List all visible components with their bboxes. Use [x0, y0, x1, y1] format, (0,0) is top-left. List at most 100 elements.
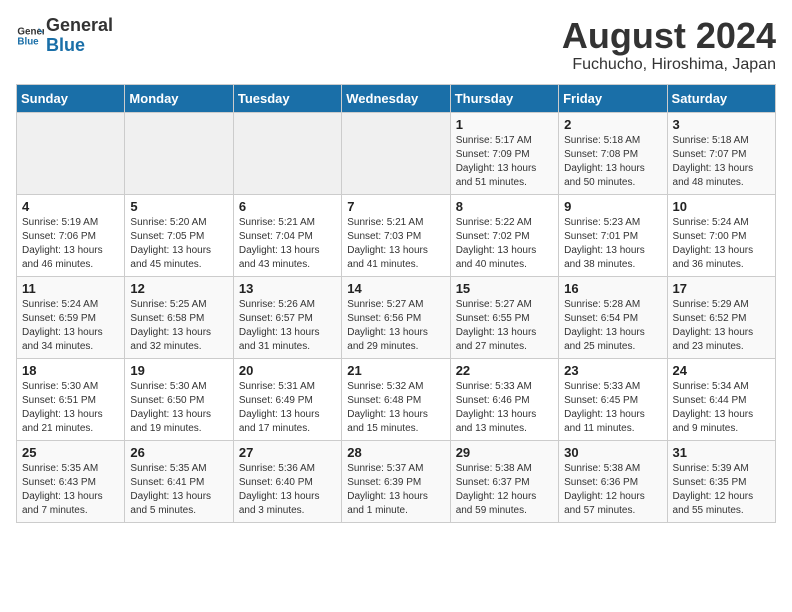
day-info: Sunrise: 5:27 AM Sunset: 6:56 PM Dayligh…: [347, 298, 444, 354]
day-info: Sunrise: 5:39 AM Sunset: 6:35 PM Dayligh…: [673, 462, 770, 518]
day-info: Sunrise: 5:30 AM Sunset: 6:51 PM Dayligh…: [22, 380, 119, 436]
day-number: 8: [456, 199, 553, 214]
day-number: 21: [347, 363, 444, 378]
day-info: Sunrise: 5:17 AM Sunset: 7:09 PM Dayligh…: [456, 134, 553, 190]
day-number: 20: [239, 363, 336, 378]
day-number: 7: [347, 199, 444, 214]
calendar-week-row: 1 Sunrise: 5:17 AM Sunset: 7:09 PM Daylig…: [17, 112, 776, 194]
day-info: Sunrise: 5:21 AM Sunset: 7:03 PM Dayligh…: [347, 216, 444, 272]
day-number: 14: [347, 281, 444, 296]
table-row: 8 Sunrise: 5:22 AM Sunset: 7:02 PM Daylig…: [450, 194, 558, 276]
table-row: 3 Sunrise: 5:18 AM Sunset: 7:07 PM Daylig…: [667, 112, 775, 194]
day-number: 11: [22, 281, 119, 296]
day-info: Sunrise: 5:31 AM Sunset: 6:49 PM Dayligh…: [239, 380, 336, 436]
col-sunday: Sunday: [17, 84, 125, 112]
day-number: 9: [564, 199, 661, 214]
day-number: 12: [130, 281, 227, 296]
day-number: 30: [564, 445, 661, 460]
day-info: Sunrise: 5:20 AM Sunset: 7:05 PM Dayligh…: [130, 216, 227, 272]
table-row: [125, 112, 233, 194]
table-row: 23Sunrise: 5:33 AM Sunset: 6:45 PM Dayli…: [559, 358, 667, 440]
table-row: [342, 112, 450, 194]
day-number: 18: [22, 363, 119, 378]
day-number: 26: [130, 445, 227, 460]
table-row: 31 Sunrise: 5:39 AM Sunset: 6:35 PM Dayli…: [667, 440, 775, 522]
col-saturday: Saturday: [667, 84, 775, 112]
col-wednesday: Wednesday: [342, 84, 450, 112]
table-row: 5 Sunrise: 5:20 AM Sunset: 7:05 PM Daylig…: [125, 194, 233, 276]
day-info: Sunrise: 5:26 AM Sunset: 6:57 PM Dayligh…: [239, 298, 336, 354]
table-row: 22Sunrise: 5:33 AM Sunset: 6:46 PM Dayli…: [450, 358, 558, 440]
general-blue-logo-icon: General Blue: [16, 22, 44, 50]
day-info: Sunrise: 5:32 AM Sunset: 6:48 PM Dayligh…: [347, 380, 444, 436]
logo-general: General: [46, 15, 113, 35]
title-area: August 2024 Fuchucho, Hiroshima, Japan: [562, 16, 776, 74]
day-info: Sunrise: 5:36 AM Sunset: 6:40 PM Dayligh…: [239, 462, 336, 518]
day-number: 27: [239, 445, 336, 460]
table-row: 14 Sunrise: 5:27 AM Sunset: 6:56 PM Dayli…: [342, 276, 450, 358]
table-row: 7 Sunrise: 5:21 AM Sunset: 7:03 PM Daylig…: [342, 194, 450, 276]
calendar-week-row: 4 Sunrise: 5:19 AM Sunset: 7:06 PM Daylig…: [17, 194, 776, 276]
day-info: Sunrise: 5:22 AM Sunset: 7:02 PM Dayligh…: [456, 216, 553, 272]
table-row: 17 Sunrise: 5:29 AM Sunset: 6:52 PM Dayli…: [667, 276, 775, 358]
logo-text: General Blue: [46, 16, 113, 56]
table-row: 21 Sunrise: 5:32 AM Sunset: 6:48 PM Dayli…: [342, 358, 450, 440]
day-number: 28: [347, 445, 444, 460]
day-info: Sunrise: 5:18 AM Sunset: 7:08 PM Dayligh…: [564, 134, 661, 190]
table-row: 6 Sunrise: 5:21 AM Sunset: 7:04 PM Daylig…: [233, 194, 341, 276]
table-row: 27 Sunrise: 5:36 AM Sunset: 6:40 PM Dayli…: [233, 440, 341, 522]
table-row: 26 Sunrise: 5:35 AM Sunset: 6:41 PM Dayli…: [125, 440, 233, 522]
day-info: Sunrise: 5:35 AM Sunset: 6:41 PM Dayligh…: [130, 462, 227, 518]
col-friday: Friday: [559, 84, 667, 112]
day-info: Sunrise: 5:24 AM Sunset: 6:59 PM Dayligh…: [22, 298, 119, 354]
day-number: 24: [673, 363, 770, 378]
table-row: 16 Sunrise: 5:28 AM Sunset: 6:54 PM Dayli…: [559, 276, 667, 358]
day-info: Sunrise: 5:23 AM Sunset: 7:01 PM Dayligh…: [564, 216, 661, 272]
day-info: Sunrise: 5:33 AM Sunset: 6:46 PM Dayligh…: [456, 380, 553, 436]
table-row: 19Sunrise: 5:30 AM Sunset: 6:50 PM Dayli…: [125, 358, 233, 440]
day-info: Sunrise: 5:25 AM Sunset: 6:58 PM Dayligh…: [130, 298, 227, 354]
table-row: 15Sunrise: 5:27 AM Sunset: 6:55 PM Dayli…: [450, 276, 558, 358]
day-info: Sunrise: 5:29 AM Sunset: 6:52 PM Dayligh…: [673, 298, 770, 354]
table-row: [233, 112, 341, 194]
day-info: Sunrise: 5:34 AM Sunset: 6:44 PM Dayligh…: [673, 380, 770, 436]
day-number: 17: [673, 281, 770, 296]
subtitle: Fuchucho, Hiroshima, Japan: [562, 56, 776, 74]
table-row: 29Sunrise: 5:38 AM Sunset: 6:37 PM Dayli…: [450, 440, 558, 522]
table-row: 12 Sunrise: 5:25 AM Sunset: 6:58 PM Dayli…: [125, 276, 233, 358]
day-info: Sunrise: 5:18 AM Sunset: 7:07 PM Dayligh…: [673, 134, 770, 190]
col-thursday: Thursday: [450, 84, 558, 112]
day-number: 5: [130, 199, 227, 214]
day-number: 1: [456, 117, 553, 132]
table-row: 13Sunrise: 5:26 AM Sunset: 6:57 PM Dayli…: [233, 276, 341, 358]
day-info: Sunrise: 5:28 AM Sunset: 6:54 PM Dayligh…: [564, 298, 661, 354]
calendar-table: Sunday Monday Tuesday Wednesday Thursday…: [16, 84, 776, 523]
calendar-header-row: Sunday Monday Tuesday Wednesday Thursday…: [17, 84, 776, 112]
table-row: 10Sunrise: 5:24 AM Sunset: 7:00 PM Dayli…: [667, 194, 775, 276]
table-row: 2 Sunrise: 5:18 AM Sunset: 7:08 PM Daylig…: [559, 112, 667, 194]
day-info: Sunrise: 5:33 AM Sunset: 6:45 PM Dayligh…: [564, 380, 661, 436]
day-number: 6: [239, 199, 336, 214]
calendar-week-row: 18 Sunrise: 5:30 AM Sunset: 6:51 PM Dayli…: [17, 358, 776, 440]
calendar-week-row: 25Sunrise: 5:35 AM Sunset: 6:43 PM Dayli…: [17, 440, 776, 522]
day-number: 3: [673, 117, 770, 132]
day-number: 19: [130, 363, 227, 378]
calendar-week-row: 11 Sunrise: 5:24 AM Sunset: 6:59 PM Dayli…: [17, 276, 776, 358]
table-row: 9 Sunrise: 5:23 AM Sunset: 7:01 PM Daylig…: [559, 194, 667, 276]
day-info: Sunrise: 5:21 AM Sunset: 7:04 PM Dayligh…: [239, 216, 336, 272]
day-number: 15: [456, 281, 553, 296]
day-number: 10: [673, 199, 770, 214]
logo: General Blue General Blue: [16, 16, 113, 56]
svg-text:Blue: Blue: [17, 36, 39, 47]
day-number: 31: [673, 445, 770, 460]
table-row: 30 Sunrise: 5:38 AM Sunset: 6:36 PM Dayli…: [559, 440, 667, 522]
logo-blue: Blue: [46, 35, 85, 55]
day-info: Sunrise: 5:19 AM Sunset: 7:06 PM Dayligh…: [22, 216, 119, 272]
table-row: 11 Sunrise: 5:24 AM Sunset: 6:59 PM Dayli…: [17, 276, 125, 358]
day-info: Sunrise: 5:35 AM Sunset: 6:43 PM Dayligh…: [22, 462, 119, 518]
day-number: 16: [564, 281, 661, 296]
day-info: Sunrise: 5:38 AM Sunset: 6:36 PM Dayligh…: [564, 462, 661, 518]
day-number: 2: [564, 117, 661, 132]
day-number: 4: [22, 199, 119, 214]
table-row: [17, 112, 125, 194]
